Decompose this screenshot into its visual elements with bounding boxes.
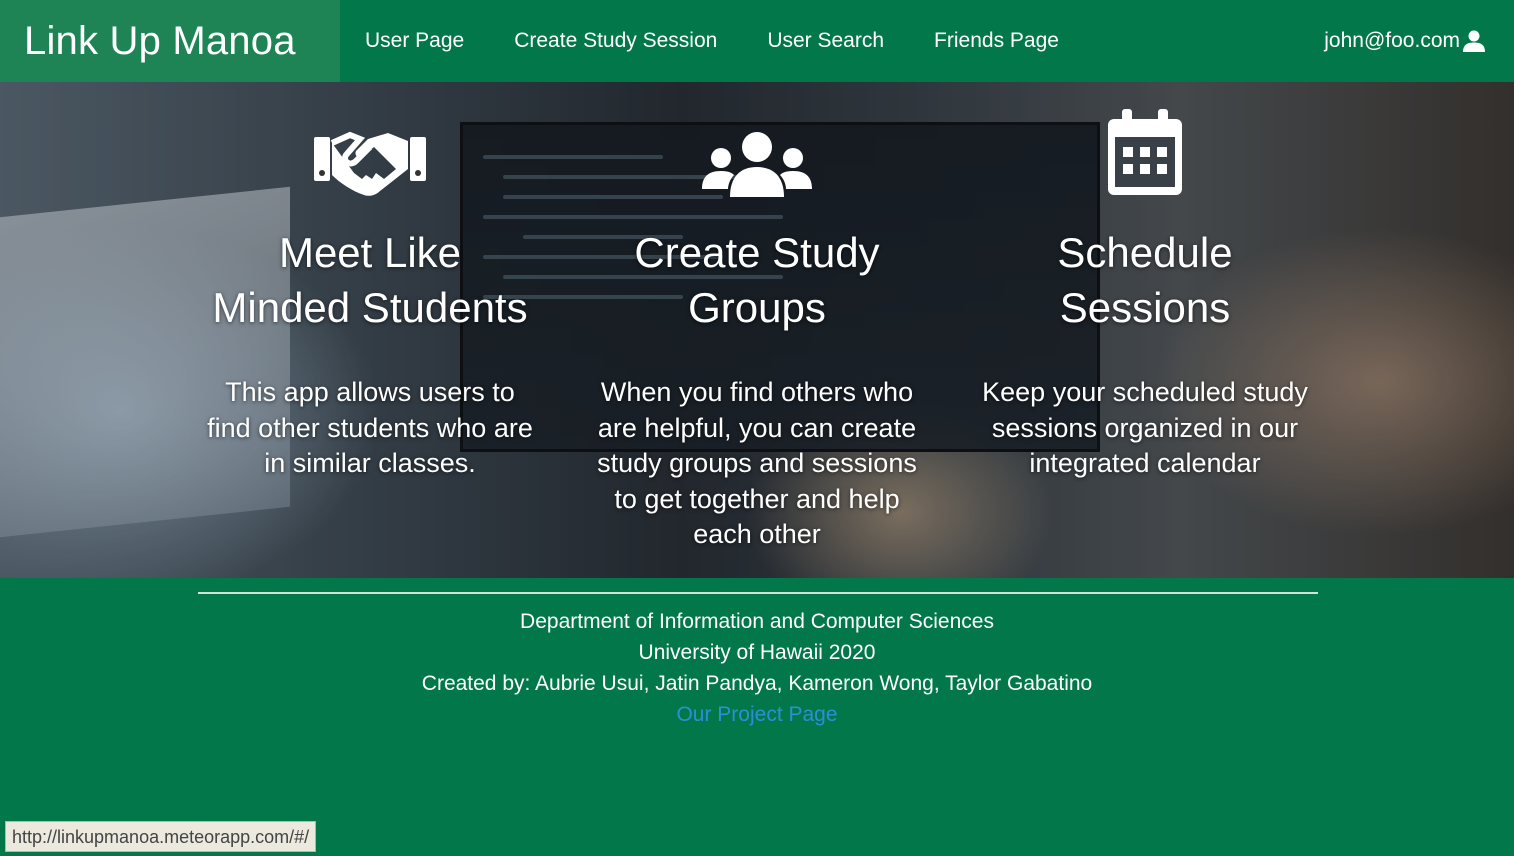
footer-divider	[198, 592, 1318, 594]
feature-study-groups: Create Study Groups When you find others…	[562, 102, 952, 553]
feature-body-line: in similar classes.	[264, 448, 476, 478]
user-dropdown[interactable]: john@foo.com	[1324, 0, 1486, 82]
feature-body-line: integrated calendar	[1029, 448, 1261, 478]
top-navbar: Link Up Manoa User Page Create Study Ses…	[0, 0, 1514, 82]
feature-body-line: When you find others who	[600, 377, 914, 407]
feature-title-line2: Groups	[688, 284, 826, 331]
browser-status-url: http://linkupmanoa.meteorapp.com/#/	[5, 821, 317, 852]
nav-user-page[interactable]: User Page	[365, 29, 464, 53]
feature-title-line2: Minded Students	[212, 284, 528, 331]
feature-body-line: Keep your scheduled study	[982, 377, 1308, 407]
nav-friends-page[interactable]: Friends Page	[934, 29, 1059, 53]
nav-user-search[interactable]: User Search	[767, 29, 884, 53]
footer-university: University of Hawaii 2020	[638, 641, 876, 664]
project-page-link[interactable]: Our Project Page	[0, 699, 1514, 730]
calendar-icon	[1108, 109, 1182, 195]
footer: Department of Information and Computer S…	[0, 578, 1514, 856]
brand-logo[interactable]: Link Up Manoa	[0, 0, 340, 82]
nav-create-study-session[interactable]: Create Study Session	[514, 29, 717, 53]
user-email: john@foo.com	[1324, 29, 1460, 52]
handshake-icon	[314, 131, 426, 196]
feature-title-line1: Meet Like	[278, 229, 462, 276]
feature-title-line1: Create Study	[634, 229, 880, 276]
feature-body-line: study groups and sessions	[597, 448, 917, 478]
feature-body-line: This app allows users to	[225, 377, 515, 407]
user-icon	[1463, 30, 1485, 52]
footer-department: Department of Information and Computer S…	[520, 610, 994, 633]
feature-body-line: find other students who are	[207, 412, 533, 443]
nav-menu: User Page Create Study Session User Sear…	[365, 29, 1109, 53]
hero-section: Meet Like Minded Students This app allow…	[0, 82, 1514, 578]
feature-schedule-sessions: Schedule Sessions Keep your scheduled st…	[950, 102, 1340, 482]
users-icon	[702, 132, 812, 197]
feature-title-line1: Schedule	[1057, 229, 1233, 276]
feature-body-line: each other	[693, 519, 821, 549]
feature-body-line: are helpful, you can create	[597, 412, 917, 443]
feature-body-line: to get together and help	[614, 483, 900, 514]
feature-body-line: sessions organized in our	[991, 412, 1299, 443]
feature-title-line2: Sessions	[1059, 284, 1231, 331]
footer-credits: Created by: Aubrie Usui, Jatin Pandya, K…	[421, 672, 1093, 695]
feature-meet-students: Meet Like Minded Students This app allow…	[175, 102, 565, 482]
